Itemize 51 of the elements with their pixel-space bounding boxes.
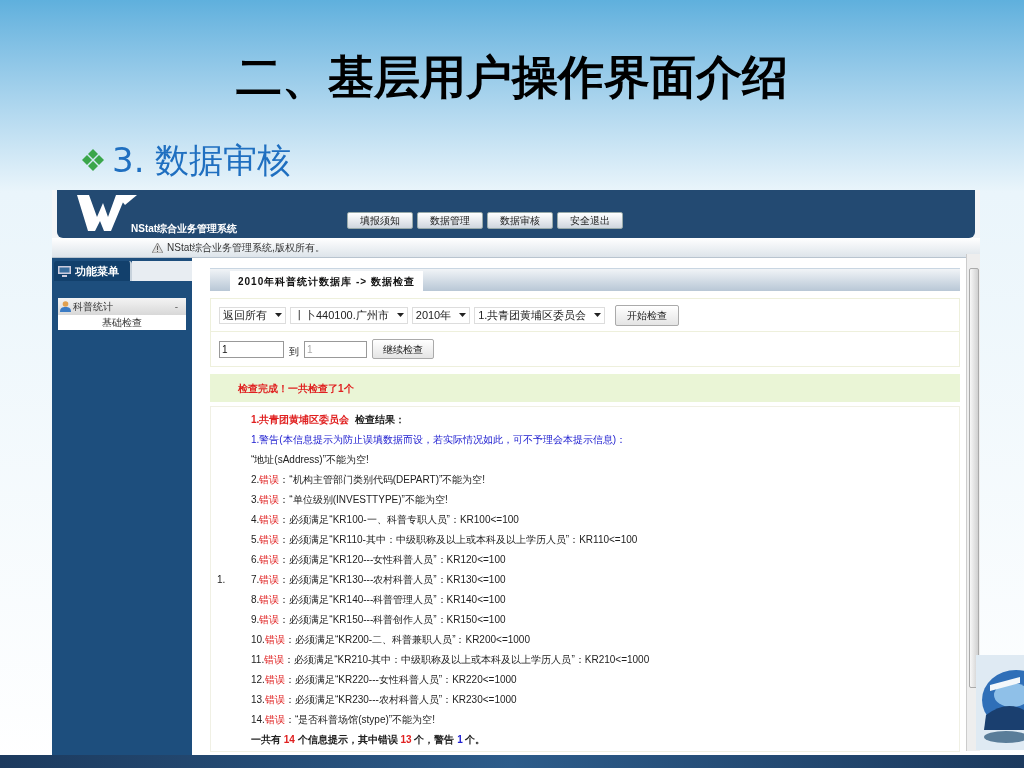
continue-check-button[interactable]: 继续检查 [372, 339, 434, 359]
caret-icon [594, 313, 602, 317]
result-line: “地址(sAddress)”不能为空! [251, 452, 369, 467]
dropdown[interactable]: 返回所有 [219, 306, 286, 324]
result-line: 8.错误：必须满足“KR140---科普管理人员”：KR140<=100 [251, 592, 506, 607]
to-field[interactable]: 1 [304, 340, 367, 358]
warning-icon [152, 242, 163, 253]
start-check-button[interactable]: 开始检查 [615, 304, 680, 326]
caret-icon [275, 313, 282, 317]
nav-button[interactable]: 数据管理 [417, 212, 484, 229]
nav-button[interactable]: 填报须知 [347, 212, 414, 229]
result-line: 5.错误：必须满足“KR110-其中：中级职称及以上或本科及以上学历人员”：KR110<=100 [251, 532, 638, 547]
copyright-notice: NStat综合业务管理系统,版权所有。 [167, 241, 325, 255]
system-name: NStat综合业务管理系统 [131, 222, 238, 236]
sidebar-tab[interactable]: 功能菜单 [54, 261, 132, 281]
slide-title: 二、基层用户操作界面介绍 [236, 49, 788, 106]
dropdown[interactable]: 1.共青团黄埔区委员会 [474, 306, 606, 324]
from-field[interactable]: 1 [219, 340, 284, 358]
range-label: 到 [289, 344, 299, 359]
nav-button[interactable]: 数据审核 [487, 212, 554, 229]
menu-group-header[interactable]: 科普统计 - [58, 298, 186, 315]
result-line: 6.错误：必须满足“KR120---女性科普人员”：KR120<=100 [251, 552, 506, 567]
list-number: 1. [217, 572, 226, 587]
nav-button[interactable]: 安全退出 [557, 212, 624, 229]
result-line: 2.错误：“机构主管部门类别代码(DEPART)”不能为空! [251, 472, 486, 487]
result-line: 12.错误：必须满足“KR220---女性科普人员”：KR220<=1000 [251, 672, 517, 687]
menu-group-label: 科普统计 [73, 300, 113, 314]
result-line: 14.错误：“是否科普场馆(stype)”不能为空! [251, 712, 435, 727]
result-line: 1.警告(本信息提示为防止误填数据而设，若实际情况如此，可不予理会本提示信息)： [251, 432, 626, 447]
slide-subtitle: 3. 数据审核 [112, 138, 292, 182]
tab-strip [132, 261, 192, 281]
result-line: 10.错误：必须满足“KR200-二、科普兼职人员”：KR200<=1000 [251, 632, 530, 647]
result-line: 3.错误：“单位级别(INVESTTYPE)”不能为空! [251, 492, 448, 507]
result-line: 13.错误：必须满足“KR230---农村科普人员”：KR230<=1000 [251, 692, 517, 707]
caret-icon [459, 313, 467, 317]
diamond-bullet-icon [82, 149, 104, 171]
result-line: 1.共青团黄埔区委员会 检查结果： [251, 412, 405, 427]
result-line: 9.错误：必须满足“KR150---科普创作人员”：KR150<=100 [251, 612, 506, 627]
result-line: 7.错误：必须满足“KR130---农村科普人员”：KR130<=100 [251, 572, 506, 587]
menu-item[interactable]: 基础检查 [58, 315, 186, 330]
caret-icon [396, 313, 404, 317]
person-icon [60, 301, 71, 312]
result-line: 11.错误：必须满足“KR210-其中：中级职称及以上或本科及以上学历人员”：KR210<=1000 [251, 652, 650, 667]
monitor-icon [58, 265, 71, 277]
collapse-toggle[interactable]: - [174, 299, 178, 314]
scrollbar[interactable] [966, 254, 980, 751]
dropdown[interactable]: 2010年 [411, 306, 471, 324]
dropdown[interactable]: 丨卜440100.广州市 [290, 306, 408, 324]
summary-line: 一共有 14 个信息提示，其中错误 13 个，警告 1 个。 [251, 732, 486, 747]
result-line: 4.错误：必须满足“KR100-一、科普专职人员”：KR100<=100 [251, 512, 519, 527]
completion-message: 检查完成！一共检查了1个 [238, 381, 354, 396]
